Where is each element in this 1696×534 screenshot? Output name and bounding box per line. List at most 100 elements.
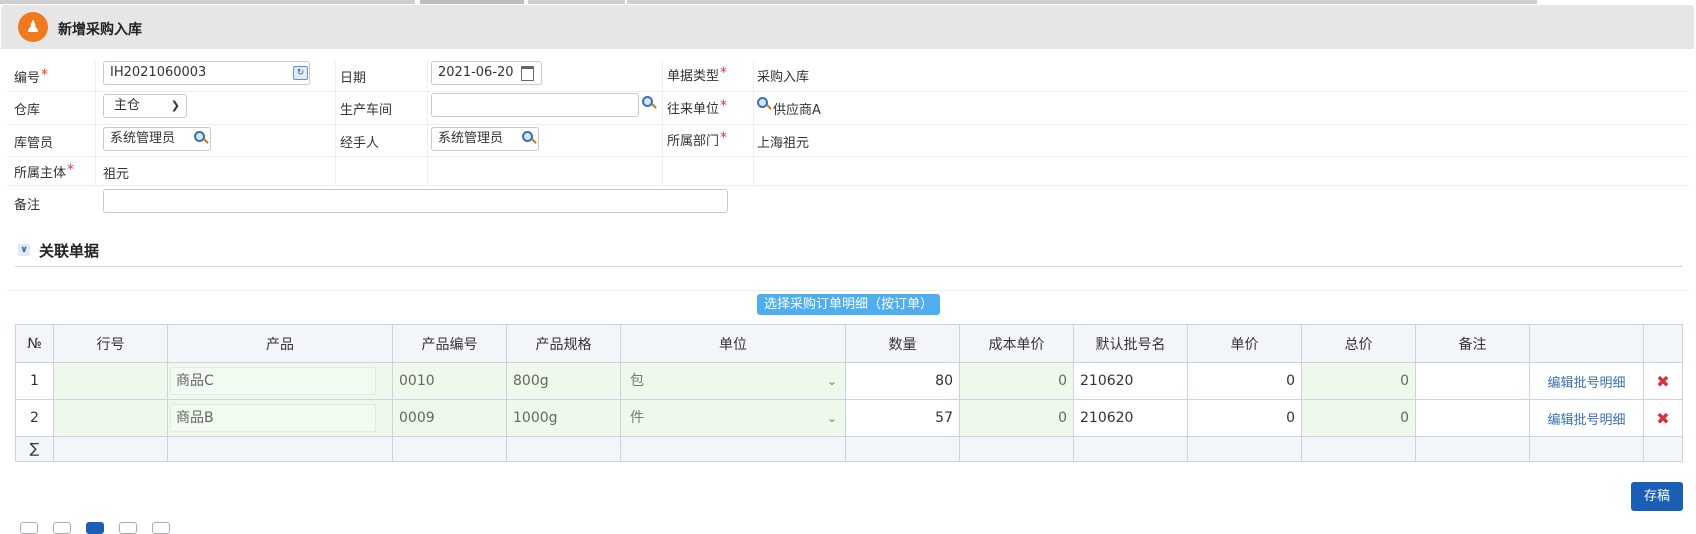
row-number: 1 [15, 362, 54, 400]
select-order-details-button[interactable]: 选择采购订单明细（按订单） [757, 294, 940, 315]
total-price-cell: 0 [1301, 362, 1416, 400]
tab-strip-segment [420, 0, 524, 4]
unit-price-cell[interactable]: 0 [1187, 399, 1302, 437]
unit-select[interactable]: 包 ⌄ [620, 362, 846, 400]
code-label: 编号* [14, 67, 49, 86]
department-value: 上海祖元 [757, 136, 810, 151]
entity-label: 所属主体* [14, 162, 75, 181]
product-input[interactable]: 商品B [170, 404, 376, 432]
form-row: 备注 [7, 185, 1689, 215]
close-icon[interactable]: ✖ [1643, 362, 1683, 400]
total-price-cell: 0 [1301, 399, 1416, 437]
column-header[interactable]: 备注 [1415, 324, 1530, 363]
column-header[interactable]: 默认批号名 [1073, 324, 1188, 363]
product-spec-cell: 800g [506, 362, 621, 400]
sum-cell [1073, 436, 1188, 462]
form-row: 仓库 主仓 ❯ 生产车间 往来单位* 供应商A [7, 91, 1689, 125]
sum-cell [506, 436, 621, 462]
date-label: 日期 [340, 71, 367, 86]
product-input[interactable]: 商品C [170, 367, 376, 395]
quantity-cell[interactable]: 80 [845, 362, 960, 400]
search-icon[interactable] [642, 96, 653, 107]
detail-grid: № 行号 产品 产品编号 产品规格 单位 数量 成本单价 默认批号名 单价 总价… [15, 324, 1683, 462]
sum-cell [167, 436, 393, 462]
doc-type-value: 采购入库 [757, 70, 810, 85]
workshop-label: 生产车间 [340, 103, 393, 118]
column-header: № [15, 324, 54, 363]
tab-strip-segment [627, 0, 1537, 4]
product-spec-cell: 1000g [506, 399, 621, 437]
product-cell[interactable]: 商品B [167, 399, 393, 437]
column-header[interactable]: 行号 [53, 324, 168, 363]
product-code-cell: 0009 [392, 399, 507, 437]
search-icon[interactable] [757, 97, 768, 108]
column-header[interactable]: 单价 [1187, 324, 1302, 363]
column-header[interactable]: 总价 [1301, 324, 1416, 363]
remark-field[interactable] [103, 189, 728, 213]
cost-price-cell: 0 [959, 362, 1074, 400]
remark-cell[interactable] [1415, 399, 1530, 437]
blank-strip [7, 269, 1689, 291]
column-header [1643, 324, 1683, 363]
sum-cell [1301, 436, 1416, 462]
column-header[interactable]: 数量 [845, 324, 960, 363]
column-header[interactable]: 产品规格 [506, 324, 621, 363]
pager-button-active[interactable] [86, 522, 104, 534]
doc-type-label: 单据类型* [667, 65, 728, 84]
form-row: 库管员 系统管理员 经手人 系统管理员 所属部门* 上海祖元 [7, 124, 1689, 157]
pager-button[interactable] [20, 522, 38, 534]
table-row: 2 商品B 0009 1000g 件 ⌄ 57 0 210620 0 0 编辑批号… [15, 399, 1683, 437]
workshop-field[interactable] [431, 93, 639, 117]
table-row: 1 商品C 0010 800g 包 ⌄ 80 0 210620 0 0 编辑批号明… [15, 362, 1683, 400]
unit-select[interactable]: 件 ⌄ [620, 399, 846, 437]
department-label: 所属部门* [667, 130, 728, 149]
warehouse-label: 仓库 [14, 103, 41, 118]
form-row: 编号* IH2021060003 ↻ 日期 2021-06-20 单据类型* 采… [7, 61, 1689, 92]
column-header[interactable]: 成本单价 [959, 324, 1074, 363]
form-row: 所属主体* 祖元 [7, 156, 1689, 186]
edit-batch-link[interactable]: 编辑批号明细 [1529, 362, 1644, 400]
batch-cell[interactable]: 210620 [1073, 362, 1188, 400]
pager-button[interactable] [119, 522, 137, 534]
remark-label: 备注 [14, 198, 41, 213]
line-no-cell[interactable] [53, 362, 168, 400]
remark-cell[interactable] [1415, 362, 1530, 400]
partner-label: 往来单位* [667, 98, 728, 117]
line-no-cell[interactable] [53, 399, 168, 437]
sum-cell [53, 436, 168, 462]
sum-cell [1415, 436, 1530, 462]
sum-cell [620, 436, 846, 462]
pager-button[interactable] [152, 522, 170, 534]
warehouse-select[interactable]: 主仓 ❯ [103, 94, 187, 118]
chevron-down-icon: ⌄ [826, 411, 837, 425]
unit-price-cell[interactable]: 0 [1187, 362, 1302, 400]
column-header[interactable]: 产品 [167, 324, 393, 363]
product-cell[interactable]: 商品C [167, 362, 393, 400]
tab-strip-segment [528, 0, 625, 4]
tab-strip-segment [0, 0, 415, 4]
refresh-code-icon[interactable]: ↻ [293, 66, 308, 80]
sum-row: ∑ [15, 436, 1683, 462]
collapse-chevron-icon[interactable]: ∨ [18, 244, 30, 256]
sum-cell [959, 436, 1074, 462]
product-code-cell: 0010 [392, 362, 507, 400]
column-header[interactable]: 单位 [620, 324, 846, 363]
calendar-icon[interactable] [521, 66, 534, 81]
quantity-cell[interactable]: 57 [845, 399, 960, 437]
cost-price-cell: 0 [959, 399, 1074, 437]
search-icon[interactable] [194, 131, 205, 142]
edit-batch-link[interactable]: 编辑批号明细 [1529, 399, 1644, 437]
code-field[interactable]: IH2021060003 [103, 61, 310, 85]
close-icon[interactable]: ✖ [1643, 399, 1683, 437]
section-divider [15, 266, 1682, 267]
partner-value: 供应商A [773, 103, 821, 118]
sum-cell [1187, 436, 1302, 462]
search-icon[interactable] [522, 131, 533, 142]
column-header [1529, 324, 1644, 363]
chevron-down-icon: ❯ [170, 99, 180, 112]
batch-cell[interactable]: 210620 [1073, 399, 1188, 437]
column-header[interactable]: 产品编号 [392, 324, 507, 363]
sum-cell [1643, 436, 1683, 462]
save-draft-button[interactable]: 存稿 [1631, 482, 1683, 511]
pager-button[interactable] [53, 522, 71, 534]
